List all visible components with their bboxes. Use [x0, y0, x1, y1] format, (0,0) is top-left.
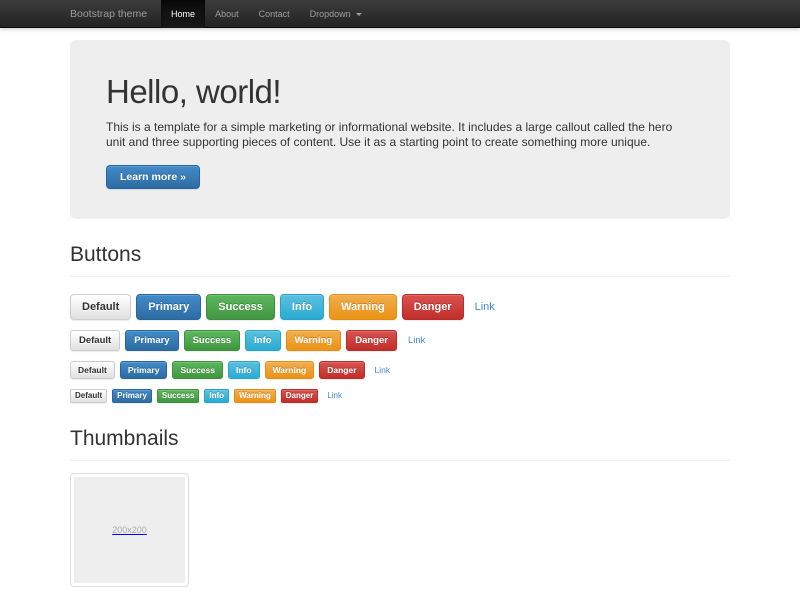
link-button-lg[interactable]: Link — [475, 301, 495, 313]
button-rows: DefaultPrimarySuccessInfoWarningDangerLi… — [70, 294, 730, 403]
info-button-lg[interactable]: Info — [280, 294, 324, 320]
button-row-lg: DefaultPrimarySuccessInfoWarningDanger Li… — [70, 294, 730, 320]
nav-link-about[interactable]: About — [205, 0, 249, 28]
primary-button-xs[interactable]: Primary — [112, 389, 152, 403]
hero-title: Hello, world! — [106, 73, 694, 111]
learn-more-button[interactable]: Learn more » — [106, 165, 200, 189]
hero-unit: Hello, world! This is a template for a s… — [70, 40, 730, 219]
primary-button-lg[interactable]: Primary — [136, 294, 201, 320]
success-button-sm[interactable]: Success — [172, 361, 223, 379]
success-button-md[interactable]: Success — [184, 330, 241, 351]
warning-button-lg[interactable]: Warning — [329, 294, 397, 320]
button-row-sm: Default PrimarySuccess Info WarningDanger Li… — [70, 361, 730, 379]
nav-link-dropdown[interactable]: Dropdown — [300, 0, 373, 28]
link-button-xs[interactable]: Link — [327, 391, 342, 400]
thumbnail-item[interactable]: 200x200 — [70, 473, 189, 587]
default-button-lg[interactable]: Default — [70, 294, 131, 320]
nav-link-contact[interactable]: Contact — [249, 0, 300, 28]
buttons-section-heading: Buttons — [70, 243, 730, 277]
info-button-sm[interactable]: Info — [228, 361, 260, 379]
success-button-lg[interactable]: Success — [206, 294, 275, 320]
nav-item-dropdown: Dropdown — [300, 0, 373, 28]
warning-button-xs[interactable]: Warning — [234, 389, 276, 403]
danger-button-sm[interactable]: Danger — [319, 361, 364, 379]
navbar-brand[interactable]: Bootstrap theme — [70, 0, 147, 28]
thumbnail-placeholder-label: 200x200 — [112, 525, 147, 535]
info-button-md[interactable]: Info — [245, 330, 280, 351]
link-button-md[interactable]: Link — [408, 335, 425, 346]
thumbnail-grid: 200x200 — [70, 473, 730, 587]
default-button-xs[interactable]: Default — [70, 389, 107, 403]
warning-button-sm[interactable]: Warning — [265, 361, 315, 379]
button-row-xs: Default Primary Success Info Warning Danger Li… — [70, 389, 730, 403]
thumbnail-placeholder-image: 200x200 — [74, 477, 185, 583]
nav-item-home: Home — [161, 0, 205, 28]
warning-button-md[interactable]: Warning — [286, 330, 342, 351]
link-button-sm[interactable]: Link — [375, 365, 391, 375]
main-content: Hello, world! This is a template for a s… — [70, 40, 730, 587]
primary-button-sm[interactable]: Primary — [120, 361, 168, 379]
nav-link-home[interactable]: Home — [161, 0, 205, 28]
info-button-xs[interactable]: Info — [204, 389, 229, 403]
button-row-md: DefaultPrimary SuccessInfo WarningDanger Li… — [70, 330, 730, 351]
nav-item-contact: Contact — [249, 0, 300, 28]
nav-item-about: About — [205, 0, 249, 28]
danger-button-xs[interactable]: Danger — [281, 389, 319, 403]
danger-button-lg[interactable]: Danger — [402, 294, 464, 320]
success-button-xs[interactable]: Success — [157, 389, 199, 403]
primary-button-md[interactable]: Primary — [125, 330, 178, 351]
danger-button-md[interactable]: Danger — [346, 330, 397, 351]
default-button-md[interactable]: Default — [70, 330, 120, 351]
default-button-sm[interactable]: Default — [70, 361, 115, 379]
navbar-menu: HomeAboutContactDropdown — [161, 0, 372, 28]
navbar: Bootstrap theme HomeAboutContactDropdown — [0, 0, 800, 28]
thumbnails-section-heading: Thumbnails — [70, 427, 730, 461]
caret-down-icon — [356, 13, 362, 16]
hero-description: This is a template for a simple marketin… — [106, 120, 694, 151]
